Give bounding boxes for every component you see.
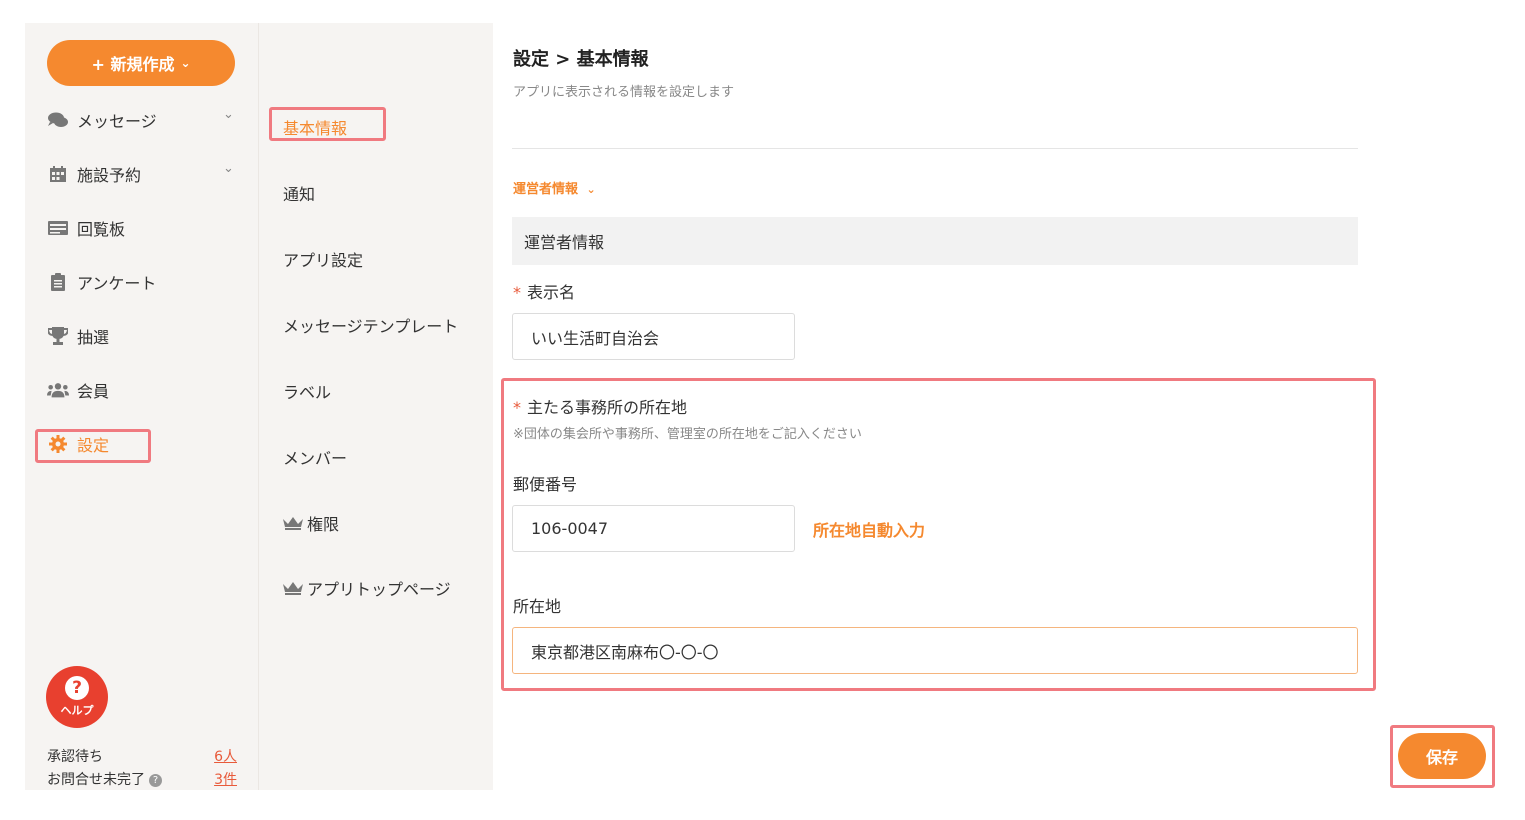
sidebar-item-label: 施設予約 xyxy=(77,166,142,185)
sidebar-item-label: 回覧板 xyxy=(77,220,126,239)
submenu-item-app-settings[interactable]: アプリ設定 xyxy=(283,247,363,271)
submenu-item-label: 基本情報 xyxy=(283,119,348,138)
calendar-icon xyxy=(47,165,69,183)
save-button[interactable]: 保存 xyxy=(1398,733,1486,779)
required-mark: * xyxy=(513,283,521,302)
divider xyxy=(512,148,1358,149)
sidebar-item-label: メッセージ xyxy=(77,112,157,131)
sidebar-item-messages[interactable]: メッセージ ⌄ xyxy=(47,105,234,135)
chevron-down-icon: ⌄ xyxy=(586,183,596,196)
chat-icon xyxy=(47,111,69,129)
page-subtitle: アプリに表示される情報を設定します xyxy=(513,85,735,100)
help-label: ヘルプ xyxy=(60,704,94,717)
submenu-item-label: メンバー xyxy=(283,449,348,468)
main-content: 設定 > 基本情報 アプリに表示される情報を設定します 運営者情報 ⌄ 運営者情… xyxy=(493,23,1503,790)
sidebar-item-circular[interactable]: 回覧板 xyxy=(47,213,125,243)
chevron-down-icon: ⌄ xyxy=(223,161,234,176)
breadcrumb: 設定 > 基本情報 xyxy=(513,49,649,70)
submenu-item-label: 通知 xyxy=(283,185,316,204)
inquiry-row: お問合せ未完了? 3件 xyxy=(47,769,237,789)
submenu-item-basic-info[interactable]: 基本情報 xyxy=(283,115,347,139)
sidebar-item-label: アンケート xyxy=(77,274,157,293)
submenu-item-label: アプリトップページ xyxy=(307,580,451,599)
sidebar-item-lottery[interactable]: 抽選 xyxy=(47,321,109,351)
display-name-label-text: 表示名 xyxy=(527,283,576,302)
sidebar-item-label: 設定 xyxy=(77,436,110,455)
pending-count-link[interactable]: 6人 xyxy=(214,746,237,766)
address-label: 所在地 xyxy=(513,597,562,616)
inquiry-count-link[interactable]: 3件 xyxy=(214,769,237,789)
info-icon[interactable]: ? xyxy=(149,774,162,787)
operator-section-header: 運営者情報 xyxy=(512,217,1358,265)
sidebar-item-survey[interactable]: アンケート xyxy=(47,267,156,297)
office-address-hint: ※団体の集会所や事務所、管理室の所在地をご記入ください xyxy=(513,427,862,442)
new-create-label: + 新規作成 xyxy=(91,55,175,74)
chevron-down-icon: ⌄ xyxy=(180,56,191,70)
crown-icon xyxy=(283,516,303,530)
pending-approval-row: 承認待ち 6人 xyxy=(47,746,237,766)
operator-section-toggle[interactable]: 運営者情報 ⌄ xyxy=(513,178,596,197)
submenu-item-label: メッセージテンプレート xyxy=(283,317,459,336)
section-toggle-label: 運営者情報 xyxy=(513,182,579,197)
submenu-item-message-template[interactable]: メッセージテンプレート xyxy=(283,313,458,337)
submenu-item-members[interactable]: メンバー xyxy=(283,445,347,469)
sidebar-item-settings[interactable]: 設定 xyxy=(47,429,109,459)
submenu-item-label: ラベル xyxy=(283,383,332,402)
submenu-item-app-top-page[interactable]: アプリトップページ xyxy=(283,576,451,600)
gear-icon xyxy=(47,435,69,453)
required-mark: * xyxy=(513,398,521,417)
sidebar-item-label: 抽選 xyxy=(77,328,110,347)
postal-code-label: 郵便番号 xyxy=(513,475,578,494)
pending-label: 承認待ち xyxy=(47,749,103,765)
question-icon: ? xyxy=(65,676,89,700)
board-icon xyxy=(47,219,69,237)
crown-icon xyxy=(283,581,303,595)
submenu-item-label: アプリ設定 xyxy=(283,251,364,270)
sidebar-item-members[interactable]: 会員 xyxy=(47,375,109,405)
submenu-item-permissions[interactable]: 権限 xyxy=(283,511,339,535)
sidebar-item-label: 会員 xyxy=(77,382,110,401)
display-name-input[interactable]: いい生活町自治会 xyxy=(512,313,795,360)
submenu-item-label: 権限 xyxy=(307,515,340,534)
settings-submenu: 基本情報 通知 アプリ設定 メッセージテンプレート ラベル メンバー 権限 アプ… xyxy=(258,23,493,790)
sidebar-item-facility[interactable]: 施設予約 ⌄ xyxy=(47,159,234,189)
clipboard-icon xyxy=(47,273,69,291)
sidebar: + 新規作成 ⌄ メッセージ ⌄ 施設予約 ⌄ 回覧板 アンケート 抽選 会員 … xyxy=(25,23,258,790)
new-create-button[interactable]: + 新規作成 ⌄ xyxy=(47,40,235,86)
office-address-label-text: 主たる事務所の所在地 xyxy=(527,398,688,417)
trophy-icon xyxy=(47,327,69,345)
chevron-down-icon: ⌄ xyxy=(223,107,234,122)
display-name-label: * 表示名 xyxy=(513,279,575,303)
help-button[interactable]: ? ヘルプ xyxy=(46,666,108,728)
submenu-item-notification[interactable]: 通知 xyxy=(283,181,315,205)
users-icon xyxy=(47,381,69,399)
submenu-item-label-settings[interactable]: ラベル xyxy=(283,379,331,403)
inquiry-label: お問合せ未完了 xyxy=(47,772,145,788)
postal-code-input[interactable]: 106-0047 xyxy=(512,505,795,552)
office-address-label: * 主たる事務所の所在地 xyxy=(513,394,687,418)
section-header-label: 運営者情報 xyxy=(524,233,605,252)
address-autofill-link[interactable]: 所在地自動入力 xyxy=(813,517,925,541)
address-input[interactable]: 東京都港区南麻布〇-〇-〇 xyxy=(512,627,1358,674)
